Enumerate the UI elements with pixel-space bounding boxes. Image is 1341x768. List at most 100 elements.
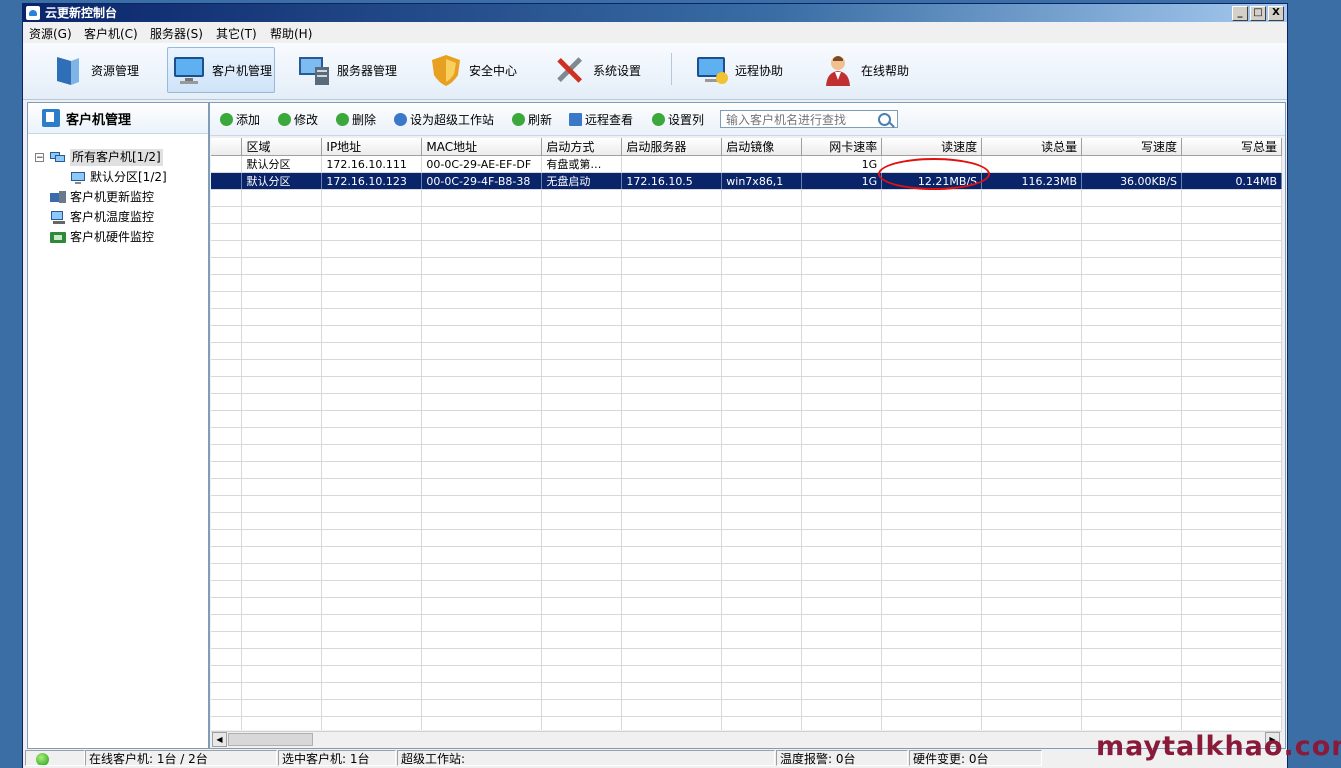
table-row[interactable] <box>211 648 1282 666</box>
table-row[interactable] <box>211 512 1282 530</box>
set-columns-button[interactable]: 设置列 <box>652 111 704 128</box>
table-row[interactable] <box>211 614 1282 632</box>
table-row[interactable] <box>211 410 1282 428</box>
toolbar-online-help[interactable]: 在线帮助 <box>821 47 909 93</box>
column-header[interactable]: 读速度 <box>881 138 983 156</box>
table-row[interactable] <box>211 393 1282 411</box>
table-row[interactable]: 默认分区 172.16.10.123 00-0C-29-4F-B8-38 无盘启动 17… <box>211 172 1282 190</box>
column-header[interactable]: 网卡速率 <box>801 138 883 156</box>
table-row[interactable] <box>211 308 1282 326</box>
title-bar[interactable]: 云更新控制台 _ □ X <box>23 4 1287 22</box>
table-row[interactable] <box>211 580 1282 598</box>
column-header[interactable] <box>211 138 243 156</box>
scroll-left-arrow-icon[interactable]: ◀ <box>212 732 227 747</box>
tree-node-hardware-monitor[interactable]: 客户机硬件监控 <box>50 229 154 246</box>
table-cell <box>621 223 723 241</box>
column-header[interactable]: 写总量 <box>1181 138 1282 156</box>
column-header[interactable]: 读总量 <box>981 138 1083 156</box>
remote-view-button[interactable]: 远程查看 <box>569 111 633 128</box>
menu-server[interactable]: 服务器(S) <box>150 25 203 42</box>
delete-button[interactable]: 删除 <box>336 111 376 128</box>
table-cell <box>541 716 623 730</box>
toolbar-security-center[interactable]: 安全中心 <box>429 47 517 93</box>
scroll-thumb[interactable] <box>228 733 313 746</box>
table-cell <box>1081 359 1183 377</box>
column-header[interactable]: 启动方式 <box>541 138 623 156</box>
table-row[interactable] <box>211 597 1282 615</box>
table-cell <box>211 529 243 547</box>
table-row[interactable] <box>211 478 1282 496</box>
table-row[interactable] <box>211 529 1282 547</box>
table-cell <box>881 359 983 377</box>
tree-node-default-zone[interactable]: 默认分区[1/2] <box>70 169 167 186</box>
maximize-button[interactable]: □ <box>1250 6 1266 21</box>
table-row[interactable] <box>211 682 1282 700</box>
close-button[interactable]: X <box>1268 6 1284 21</box>
table-cell <box>621 155 723 173</box>
table-row[interactable] <box>211 427 1282 445</box>
table-row[interactable] <box>211 563 1282 581</box>
table-cell <box>801 597 883 615</box>
toolbar-system-settings[interactable]: 系统设置 <box>553 47 641 93</box>
menu-help[interactable]: 帮助(H) <box>270 25 312 42</box>
tree-node-temperature-monitor[interactable]: 客户机温度监控 <box>50 209 154 226</box>
column-header[interactable]: 区域 <box>241 138 323 156</box>
table-row[interactable] <box>211 359 1282 377</box>
table-cell <box>321 325 423 343</box>
table-row[interactable] <box>211 631 1282 649</box>
table-row[interactable] <box>211 291 1282 309</box>
tree-node-all-clients[interactable]: 所有客户机[1/2] <box>50 149 163 166</box>
toolbar-remote-assist[interactable]: 远程协助 <box>695 47 783 93</box>
table-cell <box>1081 240 1183 258</box>
table-cell <box>981 376 1083 394</box>
column-header[interactable]: MAC地址 <box>421 138 543 156</box>
column-header[interactable]: 启动镜像 <box>721 138 803 156</box>
table-cell: 1G <box>801 155 883 173</box>
table-row[interactable]: 默认分区 172.16.10.111 00-0C-29-AE-EF-DF 有盘或第… 1… <box>211 155 1282 173</box>
collapse-toggle[interactable]: − <box>35 153 44 163</box>
table-row[interactable] <box>211 376 1282 394</box>
menu-resources[interactable]: 资源(G) <box>29 25 72 42</box>
table-row[interactable] <box>211 274 1282 292</box>
table-cell <box>211 563 243 581</box>
table-row[interactable] <box>211 325 1282 343</box>
table-row[interactable] <box>211 699 1282 717</box>
add-button[interactable]: 添加 <box>220 111 260 128</box>
table-cell <box>721 410 803 428</box>
table-row[interactable] <box>211 206 1282 224</box>
column-header[interactable]: IP地址 <box>321 138 423 156</box>
table-row[interactable] <box>211 240 1282 258</box>
set-super-workstation-button[interactable]: 设为超级工作站 <box>394 111 494 128</box>
search-input[interactable] <box>724 112 878 128</box>
table-row[interactable] <box>211 546 1282 564</box>
toolbar-client-management[interactable]: 客户机管理 <box>167 47 275 93</box>
table-row[interactable] <box>211 257 1282 275</box>
table-cell <box>1181 240 1282 258</box>
column-header[interactable]: 写速度 <box>1081 138 1183 156</box>
tree-node-update-monitor[interactable]: 客户机更新监控 <box>50 189 154 206</box>
edit-button[interactable]: 修改 <box>278 111 318 128</box>
table-row[interactable] <box>211 444 1282 462</box>
column-header[interactable]: 启动服务器 <box>621 138 723 156</box>
table-row[interactable] <box>211 342 1282 360</box>
menu-client[interactable]: 客户机(C) <box>84 25 138 42</box>
menu-other[interactable]: 其它(T) <box>216 25 257 42</box>
table-row[interactable] <box>211 223 1282 241</box>
table-row[interactable] <box>211 189 1282 207</box>
toolbar-resource-management[interactable]: 资源管理 <box>51 47 139 93</box>
table-row[interactable] <box>211 495 1282 513</box>
minimize-button[interactable]: _ <box>1232 6 1248 21</box>
table-row[interactable] <box>211 716 1282 730</box>
table-row[interactable] <box>211 461 1282 479</box>
toolbar-server-management[interactable]: 服务器管理 <box>297 47 397 93</box>
table-cell <box>621 257 723 275</box>
table-cell <box>321 376 423 394</box>
toolbar-label: 安全中心 <box>469 63 518 78</box>
refresh-button[interactable]: 刷新 <box>512 111 552 128</box>
search-box[interactable] <box>720 110 898 128</box>
table-cell <box>981 223 1083 241</box>
table-cell <box>881 529 983 547</box>
table-cell <box>541 223 623 241</box>
table-row[interactable] <box>211 665 1282 683</box>
search-icon[interactable] <box>878 113 891 126</box>
